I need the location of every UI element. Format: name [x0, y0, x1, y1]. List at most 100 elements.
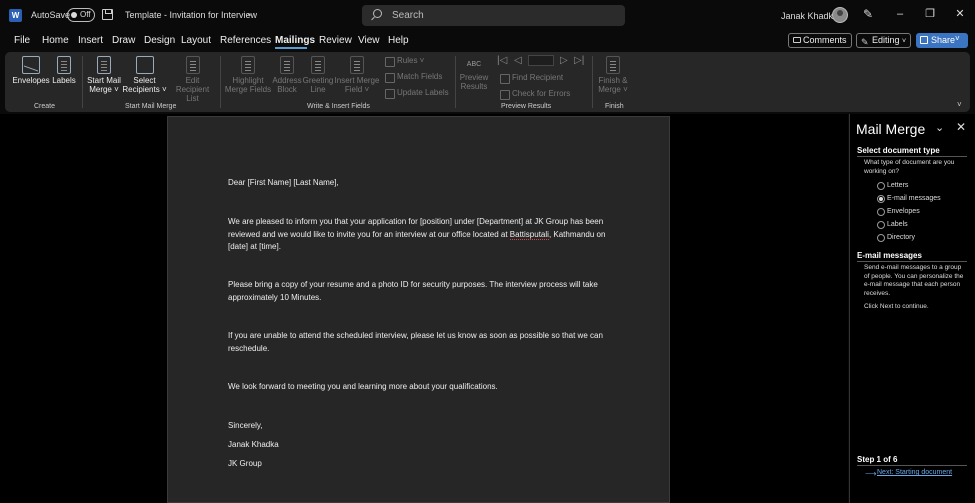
- greeting-line2: Line: [310, 85, 326, 94]
- salutation[interactable]: Dear [First Name] [Last Name],: [228, 177, 618, 190]
- group-separator: [82, 56, 83, 108]
- tab-home[interactable]: Home: [42, 35, 69, 46]
- tab-references[interactable]: References: [220, 35, 271, 46]
- select-recipients-button[interactable]: Select Recipients ˅: [122, 56, 167, 94]
- greeting-line-button[interactable]: Greeting Line: [302, 56, 334, 94]
- paragraph-documents[interactable]: Please bring a copy of your resume and a…: [228, 279, 618, 304]
- group-label-write-insert: Write & Insert Fields: [307, 103, 370, 110]
- rules-button[interactable]: Rules ˅: [385, 56, 424, 67]
- labels-button[interactable]: Labels: [51, 56, 77, 85]
- next-starting-document-link[interactable]: ⟶ Next: Starting document: [865, 469, 953, 478]
- tab-draw[interactable]: Draw: [112, 35, 135, 46]
- address-block-icon: [280, 56, 294, 74]
- restore-icon[interactable]: ❐: [923, 8, 937, 20]
- divider: [857, 156, 967, 157]
- group-label-create: Create: [34, 103, 56, 110]
- tab-layout[interactable]: Layout: [181, 35, 211, 46]
- pane-options-icon[interactable]: ⌄: [935, 121, 944, 134]
- select-recipients-line1: Select: [133, 76, 156, 85]
- step-indicator: Step 1 of 6: [857, 455, 898, 464]
- finish-merge-icon: [606, 56, 620, 74]
- chevron-down-icon: ˅: [902, 38, 907, 45]
- update-labels-button[interactable]: Update Labels: [385, 88, 449, 99]
- tab-review[interactable]: Review: [319, 35, 352, 46]
- closing-sincerely[interactable]: Sincerely,: [228, 420, 618, 433]
- signature-name[interactable]: Janak Khadka: [228, 439, 618, 452]
- group-label-start-mail-merge: Start Mail Merge: [125, 103, 177, 110]
- highlight-merge-fields-button[interactable]: Highlight Merge Fields: [224, 56, 272, 94]
- paragraph-closing[interactable]: We look forward to meeting you and learn…: [228, 381, 618, 394]
- avatar[interactable]: [832, 7, 848, 23]
- pen-icon[interactable]: ✎: [863, 8, 875, 20]
- chevron-down-icon[interactable]: ⌄: [246, 8, 254, 19]
- edit-recipient-line2: Recipient List: [175, 85, 210, 103]
- minimize-icon[interactable]: –: [893, 8, 907, 20]
- next-link-label: Next: Starting document: [877, 469, 953, 476]
- greeting-line-icon: [311, 56, 325, 74]
- close-icon[interactable]: ✕: [953, 8, 967, 20]
- autosave-state: Off: [80, 10, 91, 19]
- radio-labels[interactable]: Labels: [877, 221, 908, 229]
- radio-envelopes[interactable]: Envelopes: [877, 208, 920, 216]
- start-mail-merge-button[interactable]: Start Mail Merge ˅: [85, 56, 123, 94]
- group-separator: [220, 56, 221, 108]
- signature-company[interactable]: JK Group: [228, 458, 618, 471]
- radio-email-messages[interactable]: E-mail messages: [877, 195, 941, 203]
- insert-line1: Insert Merge: [334, 76, 380, 85]
- labels-icon: [57, 56, 71, 74]
- share-label: Share: [931, 35, 956, 45]
- place-name: Battisputali: [509, 229, 549, 240]
- autosave-toggle[interactable]: Off: [67, 8, 95, 22]
- paragraph-reschedule[interactable]: If you are unable to attend the schedule…: [228, 330, 618, 355]
- first-record-icon[interactable]: |◁: [497, 55, 507, 66]
- check-errors-button[interactable]: Check for Errors: [500, 89, 570, 100]
- highlight-icon: [241, 56, 255, 74]
- edit-list-icon: [185, 56, 200, 74]
- comments-label: Comments: [803, 35, 847, 45]
- envelopes-label: Envelopes: [12, 76, 50, 85]
- group-label-finish: Finish: [605, 103, 624, 110]
- click-next-text: Click Next to continue.: [864, 303, 929, 310]
- labels-label: Labels: [52, 76, 76, 85]
- match-fields-button[interactable]: Match Fields: [385, 72, 442, 83]
- comments-button[interactable]: Comments: [788, 33, 852, 48]
- radio-letters[interactable]: Letters: [877, 182, 908, 190]
- paragraph-invitation[interactable]: We are pleased to inform you that your a…: [228, 216, 618, 254]
- tab-insert[interactable]: Insert: [78, 35, 103, 46]
- tab-help[interactable]: Help: [388, 35, 409, 46]
- preview-results-button[interactable]: ABC Preview Results: [458, 56, 490, 91]
- previous-record-icon[interactable]: ◁: [514, 55, 522, 66]
- envelopes-button[interactable]: Envelopes: [12, 56, 50, 85]
- insert-merge-field-button[interactable]: Insert Merge Field ˅: [334, 56, 380, 94]
- search-icon: [373, 9, 382, 18]
- edit-recipient-list-button[interactable]: Edit Recipient List: [170, 56, 215, 103]
- user-name[interactable]: Janak Khadka: [781, 11, 838, 21]
- radio-directory[interactable]: Directory: [877, 234, 915, 242]
- find-recipient-button[interactable]: Find Recipient: [500, 73, 563, 84]
- pane-close-icon[interactable]: ✕: [956, 120, 966, 134]
- tab-mailings[interactable]: Mailings: [275, 35, 315, 46]
- tab-design[interactable]: Design: [144, 35, 175, 46]
- address-block-button[interactable]: Address Block: [272, 56, 302, 94]
- preview-line2: Results: [460, 82, 488, 91]
- share-button[interactable]: Share: [916, 33, 968, 48]
- tab-view[interactable]: View: [358, 35, 380, 46]
- document-title[interactable]: Template - Invitation for Interview: [125, 10, 257, 20]
- next-record-icon[interactable]: ▷: [560, 55, 568, 66]
- group-separator: [455, 56, 456, 108]
- address-line1: Address: [272, 76, 302, 85]
- group-separator: [592, 56, 593, 108]
- autosave-label: AutoSave: [31, 10, 71, 20]
- arrow-right-icon: ⟶: [865, 469, 877, 478]
- finish-merge-button[interactable]: Finish & Merge ˅: [595, 56, 631, 94]
- collapse-ribbon-icon[interactable]: ˅: [957, 100, 962, 109]
- save-icon[interactable]: [102, 9, 113, 20]
- pane-title: Mail Merge: [856, 121, 926, 137]
- search-input[interactable]: Search: [362, 5, 625, 26]
- share-dropdown-icon[interactable]: ˅: [955, 34, 960, 43]
- editing-label: Editing: [872, 35, 900, 45]
- record-number-input[interactable]: [528, 55, 554, 66]
- tab-file[interactable]: File: [14, 35, 30, 46]
- editing-button[interactable]: ✎ Editing ˅: [856, 33, 911, 48]
- last-record-icon[interactable]: ▷|: [574, 55, 584, 66]
